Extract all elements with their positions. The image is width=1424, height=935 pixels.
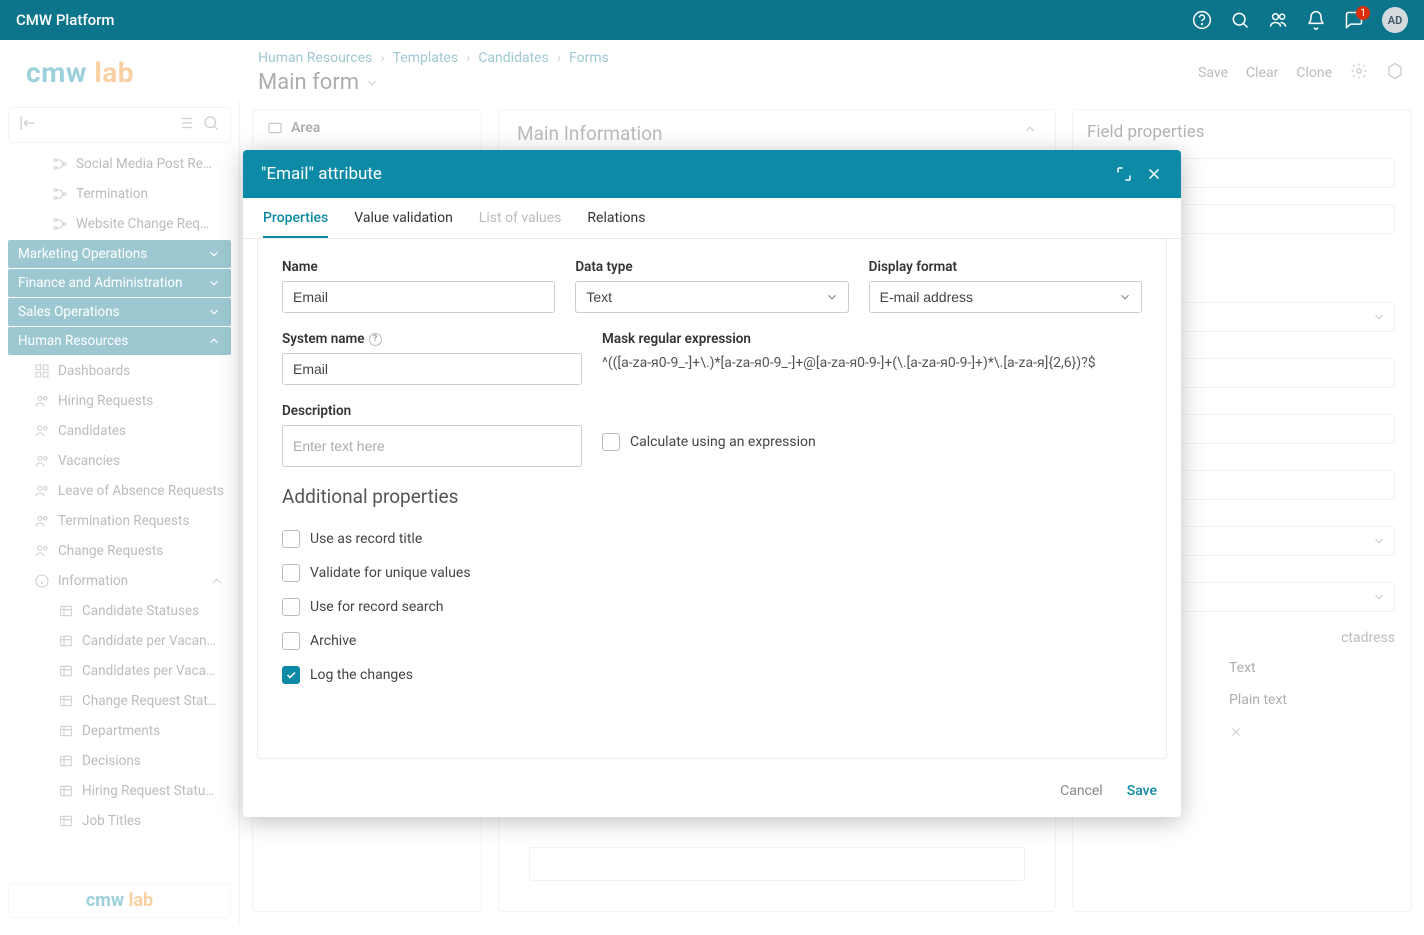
modal-title: "Email" attribute bbox=[261, 164, 382, 184]
name-input[interactable] bbox=[282, 281, 555, 313]
topbar: CMW Platform 1 AD bbox=[0, 0, 1424, 40]
users-icon[interactable] bbox=[1268, 10, 1288, 30]
modal-tabs: Properties Value validation List of valu… bbox=[243, 198, 1181, 239]
datatype-select[interactable] bbox=[575, 281, 848, 313]
name-label: Name bbox=[282, 259, 555, 275]
app-brand: CMW Platform bbox=[16, 11, 115, 29]
systemname-label: System name? bbox=[282, 331, 582, 347]
description-input[interactable] bbox=[282, 425, 582, 467]
check-log[interactable]: Log the changes bbox=[282, 658, 1142, 692]
search-icon[interactable] bbox=[1230, 10, 1250, 30]
tab-value-validation[interactable]: Value validation bbox=[354, 210, 453, 238]
save-button[interactable]: Save bbox=[1127, 783, 1157, 799]
datatype-label: Data type bbox=[575, 259, 848, 275]
topbar-actions: 1 AD bbox=[1192, 7, 1408, 33]
mask-value: ^(([a-zа-я0-9_-]+\.)*[a-zа-я0-9_-]+@[a-z… bbox=[602, 353, 1142, 371]
checkbox[interactable] bbox=[602, 433, 620, 451]
tab-list-of-values: List of values bbox=[479, 210, 562, 238]
attribute-modal: "Email" attribute Properties Value valid… bbox=[243, 150, 1181, 817]
description-label: Description bbox=[282, 403, 582, 419]
help-icon[interactable] bbox=[1192, 10, 1212, 30]
tab-properties[interactable]: Properties bbox=[263, 210, 328, 238]
bell-icon[interactable] bbox=[1306, 10, 1326, 30]
check-record-title[interactable]: Use as record title bbox=[282, 522, 1142, 556]
modal-header: "Email" attribute bbox=[243, 150, 1181, 198]
check-unique[interactable]: Validate for unique values bbox=[282, 556, 1142, 590]
chat-icon[interactable]: 1 bbox=[1344, 10, 1364, 30]
close-icon[interactable] bbox=[1145, 165, 1163, 183]
displayformat-select[interactable] bbox=[869, 281, 1142, 313]
expand-icon[interactable] bbox=[1115, 165, 1133, 183]
mask-label: Mask regular expression bbox=[602, 331, 1142, 347]
displayformat-label: Display format bbox=[869, 259, 1142, 275]
additional-title: Additional properties bbox=[282, 485, 1142, 508]
systemname-input[interactable] bbox=[282, 353, 582, 385]
cancel-button[interactable]: Cancel bbox=[1060, 783, 1103, 799]
check-archive[interactable]: Archive bbox=[282, 624, 1142, 658]
modal-body: Name Data type Display format Syste bbox=[257, 239, 1167, 759]
notif-badge: 1 bbox=[1356, 6, 1370, 20]
modal-footer: Cancel Save bbox=[243, 773, 1181, 817]
calculate-checkbox-row[interactable]: Calculate using an expression bbox=[602, 425, 1142, 459]
tab-relations[interactable]: Relations bbox=[587, 210, 645, 238]
avatar[interactable]: AD bbox=[1382, 7, 1408, 33]
help-icon[interactable]: ? bbox=[369, 333, 382, 346]
check-search[interactable]: Use for record search bbox=[282, 590, 1142, 624]
